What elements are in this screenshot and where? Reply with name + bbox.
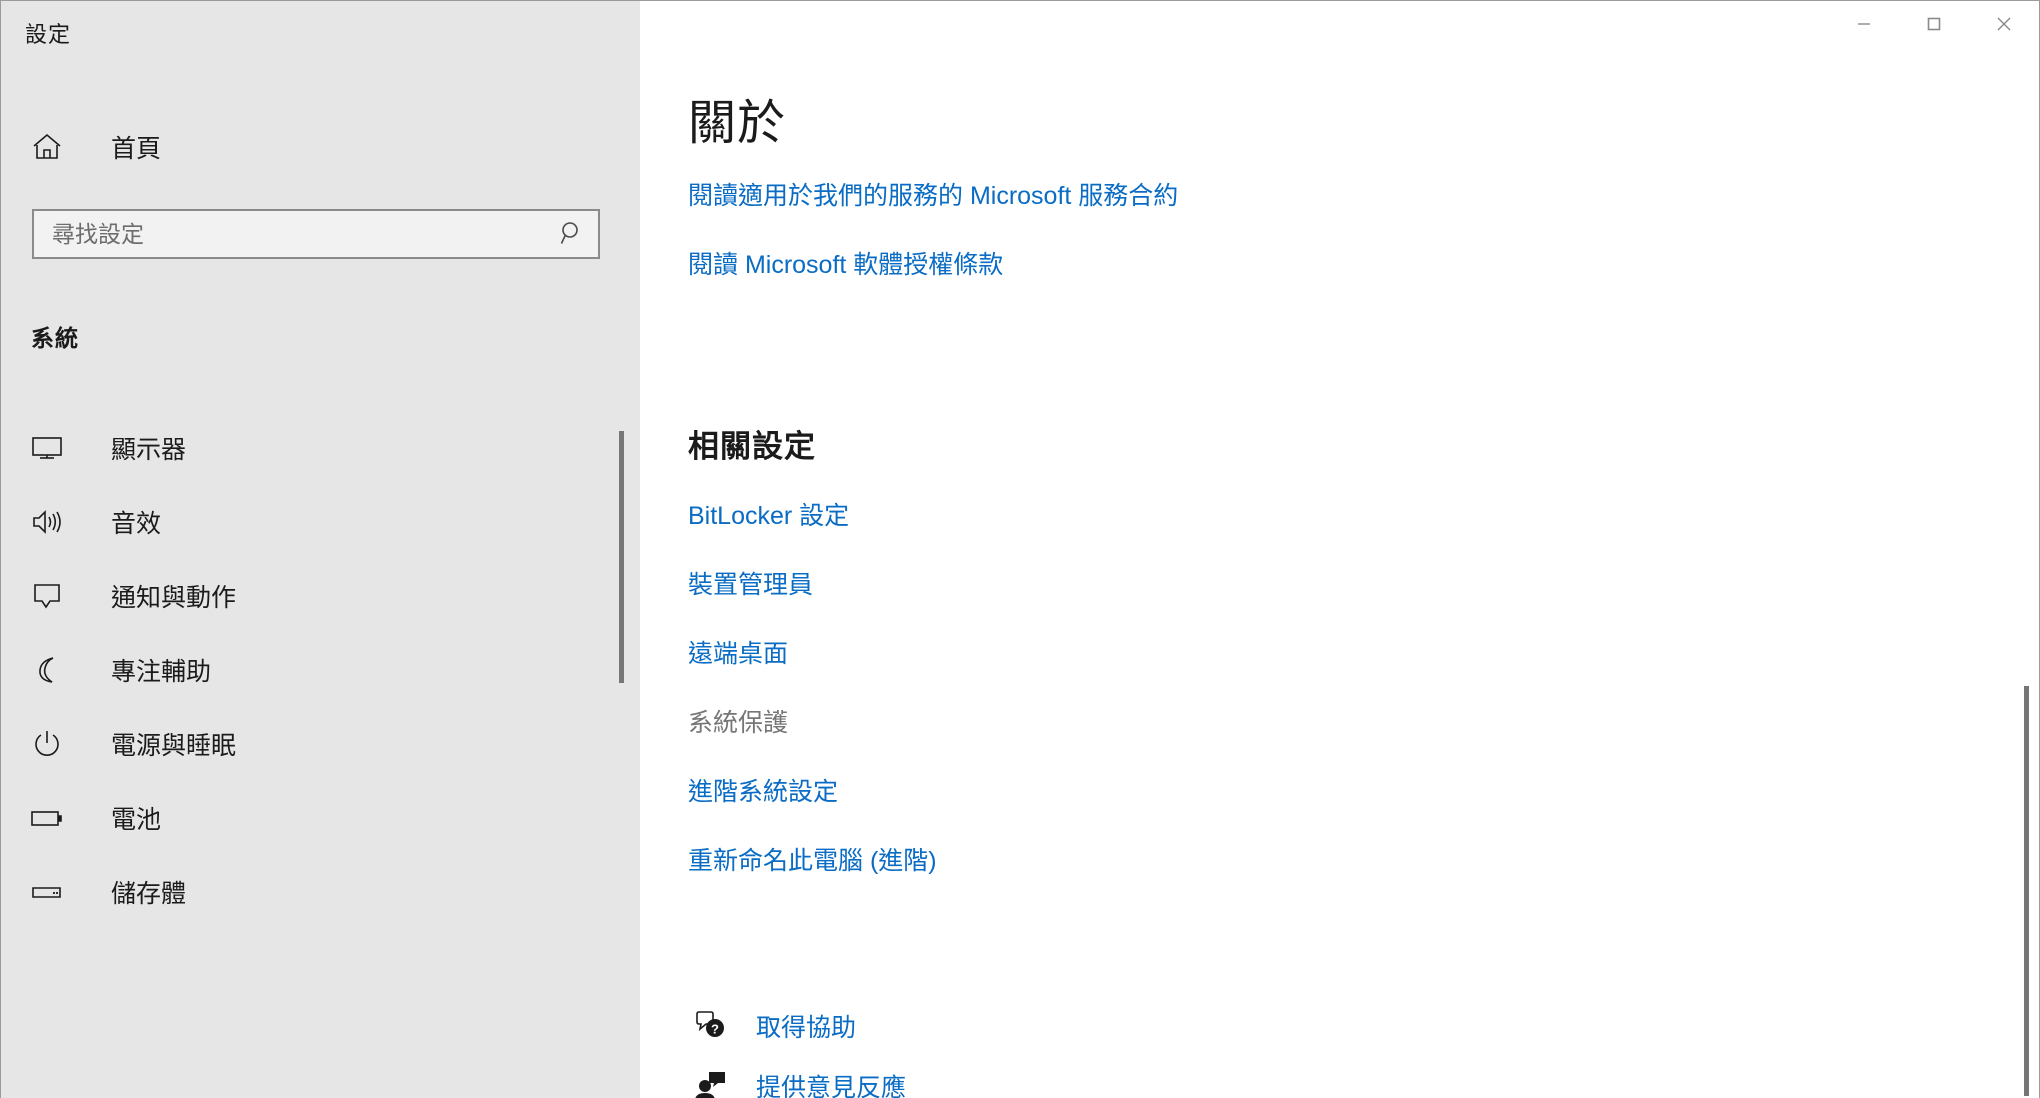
notification-icon	[25, 582, 69, 610]
speaker-icon	[25, 509, 69, 535]
close-icon	[1992, 12, 2016, 39]
feedback-person-icon	[688, 1070, 732, 1098]
get-help-label: 取得協助	[756, 1014, 857, 1042]
sidebar-item-power-sleep[interactable]: 電源與睡眠	[1, 707, 640, 781]
maximize-icon	[1922, 12, 1946, 39]
close-button[interactable]	[1969, 1, 2039, 49]
content-scrollbar[interactable]	[2024, 686, 2029, 1096]
sidebar-item-home[interactable]: 首頁	[25, 123, 161, 171]
sidebar-scrollbar[interactable]	[619, 431, 624, 683]
help-section: ? 取得協助 提供意見反應	[688, 1001, 1588, 1098]
sidebar-item-label: 專注輔助	[111, 658, 212, 686]
link-advanced-system-settings[interactable]: 進階系統設定	[688, 772, 1888, 808]
sidebar-item-sound[interactable]: 音效	[1, 485, 640, 559]
battery-icon	[25, 807, 69, 829]
link-device-manager[interactable]: 裝置管理員	[688, 565, 1888, 601]
search-button[interactable]	[546, 211, 598, 257]
search-icon	[559, 220, 585, 249]
sidebar: 設定 首頁 系統	[1, 1, 640, 1098]
link-microsoft-software-license-terms[interactable]: 閱讀 Microsoft 軟體授權條款	[688, 245, 1888, 281]
top-links: 閱讀適用於我們的服務的 Microsoft 服務合約 閱讀 Microsoft …	[688, 176, 1888, 314]
settings-window: 設定 首頁 系統	[0, 0, 2040, 1098]
link-remote-desktop[interactable]: 遠端桌面	[688, 634, 1888, 670]
storage-icon	[25, 882, 69, 902]
get-help-row[interactable]: ? 取得協助	[688, 1001, 1588, 1051]
svg-text:?: ?	[711, 1022, 719, 1037]
monitor-icon	[25, 435, 69, 461]
search-box[interactable]	[32, 209, 600, 259]
page-title: 關於	[688, 97, 787, 150]
app-title: 設定	[25, 22, 72, 47]
link-rename-this-pc-advanced[interactable]: 重新命名此電腦 (進階)	[688, 841, 1888, 877]
power-icon	[25, 729, 69, 759]
search-input[interactable]	[34, 211, 546, 257]
related-links-list: BitLocker 設定 裝置管理員 遠端桌面 系統保護 進階系統設定 重新命名…	[688, 496, 1888, 910]
sidebar-item-label: 電池	[111, 806, 162, 834]
sidebar-item-label: 音效	[111, 510, 162, 538]
maximize-button[interactable]	[1899, 1, 1969, 49]
sidebar-item-label: 顯示器	[111, 436, 187, 464]
sidebar-item-display[interactable]: 顯示器	[1, 411, 640, 485]
minimize-button[interactable]	[1829, 1, 1899, 49]
sidebar-item-battery[interactable]: 電池	[1, 781, 640, 855]
sidebar-item-label: 電源與睡眠	[111, 732, 237, 760]
window-controls	[1829, 1, 2039, 49]
sidebar-item-notifications[interactable]: 通知與動作	[1, 559, 640, 633]
moon-icon	[25, 655, 69, 685]
sidebar-item-focus-assist[interactable]: 專注輔助	[1, 633, 640, 707]
sidebar-item-storage[interactable]: 儲存體	[1, 855, 640, 929]
give-feedback-row[interactable]: 提供意見反應	[688, 1061, 1588, 1098]
related-settings-heading: 相關設定	[688, 429, 816, 464]
label-system-protection: 系統保護	[688, 709, 789, 737]
give-feedback-label: 提供意見反應	[756, 1074, 907, 1098]
home-icon	[25, 133, 69, 161]
link-bitlocker-settings[interactable]: BitLocker 設定	[688, 496, 1888, 532]
content-area: 關於 閱讀適用於我們的服務的 Microsoft 服務合約 閱讀 Microso…	[640, 1, 2039, 1098]
home-label: 首頁	[111, 135, 162, 163]
minimize-icon	[1852, 12, 1876, 39]
sidebar-item-label: 通知與動作	[111, 584, 237, 612]
help-question-icon: ?	[688, 1010, 732, 1042]
sidebar-item-label: 儲存體	[111, 880, 187, 908]
link-microsoft-services-agreement[interactable]: 閱讀適用於我們的服務的 Microsoft 服務合約	[688, 176, 1888, 212]
sidebar-nav-list: 顯示器 音效 通知與動作 專注輔助 電源與睡眠 電池 儲存體	[1, 411, 640, 929]
sidebar-group-heading: 系統	[31, 325, 79, 351]
